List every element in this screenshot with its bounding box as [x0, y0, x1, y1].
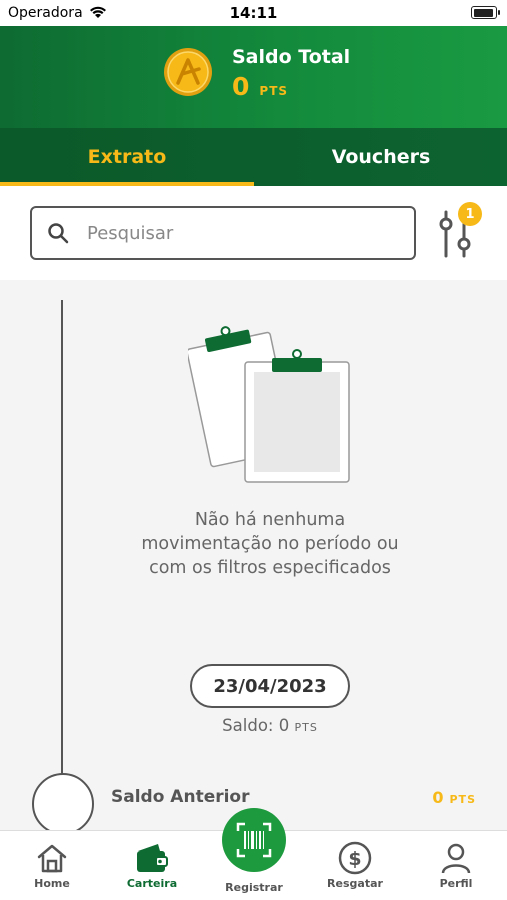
- daily-balance-label: Saldo: 0: [222, 716, 290, 735]
- previous-balance-amount: 0: [432, 788, 444, 807]
- empty-state-message: Não há nenhuma movimentação no período o…: [141, 510, 399, 578]
- dollar-icon: $: [338, 841, 372, 875]
- nav-resgatar-label: Resgatar: [327, 877, 383, 890]
- battery-icon: [471, 6, 500, 19]
- nav-home[interactable]: Home: [22, 831, 82, 900]
- status-bar: Operadora 14:11: [0, 0, 507, 26]
- coin-icon: [164, 48, 212, 96]
- tab-vouchers[interactable]: Vouchers: [254, 128, 507, 186]
- nav-carteira[interactable]: Carteira: [122, 831, 182, 900]
- balance-amount: 0 PTS: [232, 72, 288, 101]
- balance-value: 0: [232, 72, 250, 101]
- search-icon: [48, 223, 69, 244]
- balance-header: Saldo Total 0 PTS: [0, 26, 507, 128]
- scan-button[interactable]: [222, 808, 286, 872]
- tab-bar: Extrato Vouchers: [0, 128, 507, 186]
- search-area: [0, 186, 507, 280]
- date-pill: 23/04/2023: [190, 664, 350, 708]
- clock: 14:11: [229, 4, 278, 22]
- nav-perfil-label: Perfil: [439, 877, 473, 890]
- timeline-node: [32, 773, 94, 835]
- nav-home-label: Home: [34, 877, 70, 890]
- nav-carteira-label: Carteira: [126, 877, 178, 890]
- user-icon: [441, 843, 471, 874]
- filter-badge: 1: [458, 202, 482, 226]
- svg-text:$: $: [348, 848, 361, 870]
- balance-label: Saldo Total: [232, 46, 351, 68]
- timeline-line: [61, 300, 63, 775]
- balance-unit: PTS: [259, 84, 289, 98]
- barcode-scan-icon: [236, 822, 272, 858]
- previous-balance-unit: PTS: [449, 793, 476, 806]
- tab-extrato[interactable]: Extrato: [0, 128, 254, 186]
- daily-balance: Saldo: 0 PTS: [190, 716, 350, 735]
- previous-balance-label: Saldo Anterior: [111, 787, 250, 807]
- statement-content: Não há nenhuma movimentação no período o…: [0, 280, 507, 835]
- wallet-icon: [137, 844, 168, 872]
- daily-balance-unit: PTS: [294, 721, 318, 734]
- nav-perfil[interactable]: Perfil: [426, 831, 486, 900]
- nav-resgatar[interactable]: $ Resgatar: [323, 831, 387, 900]
- search-input[interactable]: [87, 220, 397, 246]
- nav-registrar-label: Registrar: [225, 881, 283, 894]
- empty-clipboards-illustration: [188, 326, 350, 483]
- previous-balance-value: 0 PTS: [432, 788, 476, 807]
- search-box[interactable]: [30, 206, 416, 260]
- home-icon: [37, 844, 67, 873]
